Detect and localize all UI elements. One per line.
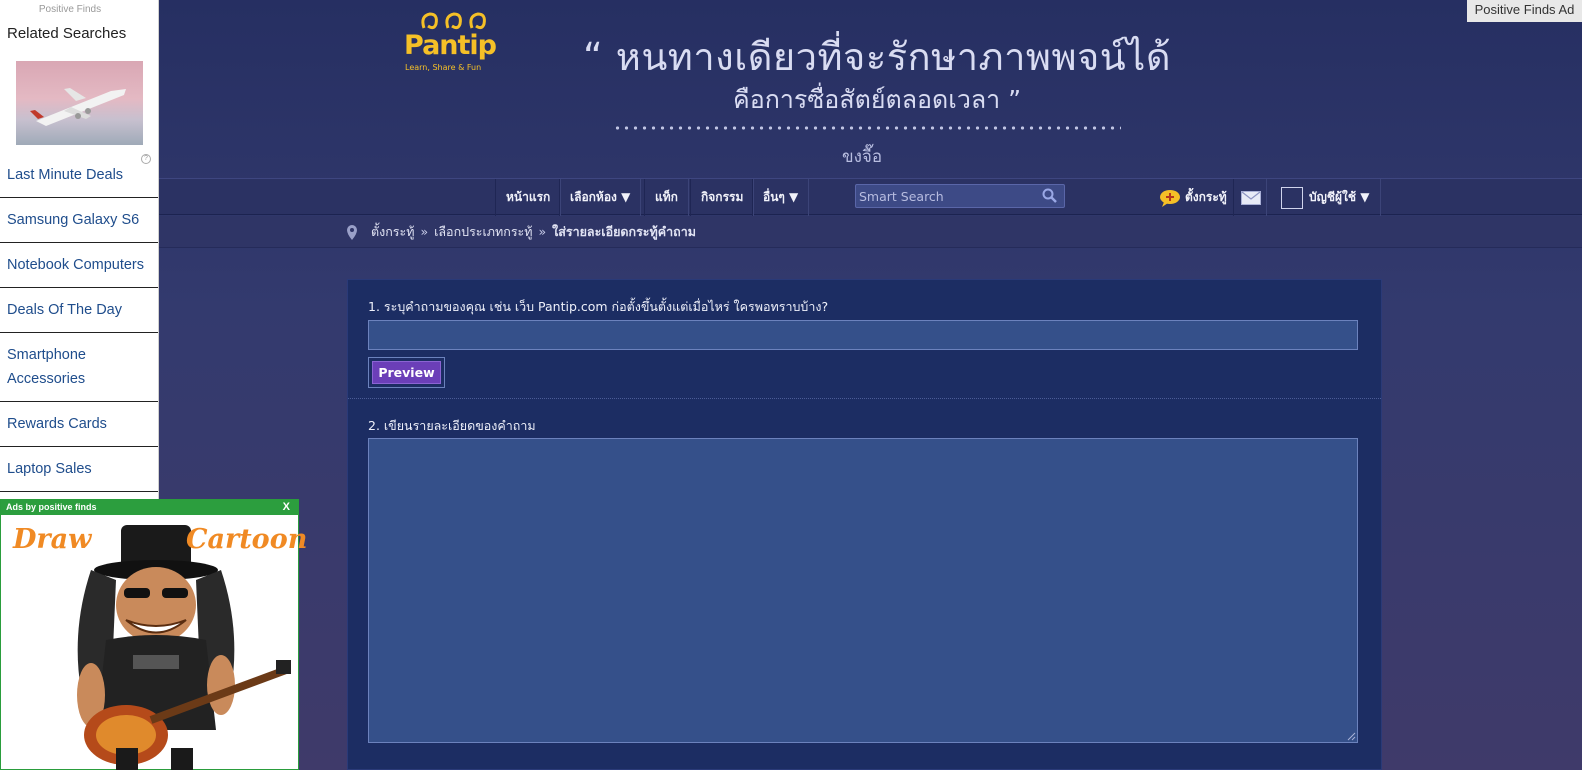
breadcrumb-separator: » [538, 224, 547, 239]
question-title-label: 1. ระบุคำถามของคุณ เช่น เว็บ Pantip.com … [368, 299, 829, 314]
related-link[interactable]: Samsung Galaxy S6 [0, 198, 158, 243]
dotted-divider [613, 126, 1121, 130]
envelope-icon [1241, 191, 1261, 205]
related-link[interactable]: Smartphone Accessories [0, 333, 158, 402]
positive-finds-ad-tag[interactable]: Positive Finds Ad [1467, 0, 1582, 22]
breadcrumb-current: ใส่รายละเอียดกระทู้คำถาม [552, 224, 696, 239]
positive-finds-label: Positive Finds [38, 4, 102, 15]
account-label: บัญชีผู้ใช้ ▼ [1309, 190, 1370, 204]
nav-home[interactable]: หน้าแรก [495, 179, 562, 216]
create-post-button[interactable]: ตั้งกระทู้ [1151, 179, 1227, 216]
related-link[interactable]: Laptop Sales [0, 447, 158, 492]
question-detail-textarea[interactable] [368, 438, 1358, 743]
related-link[interactable]: Deals Of The Day [0, 288, 158, 333]
ad-bar-label: Ads by positive finds [6, 502, 97, 512]
section-divider [348, 398, 1381, 399]
logo-wordmark: Pantip [404, 30, 497, 61]
magnifier-icon[interactable] [1042, 188, 1058, 204]
pantip-logo[interactable]: Pantip Learn, Share & Fun [404, 8, 514, 72]
account-menu[interactable]: บัญชีผู้ใช้ ▼ [1269, 179, 1381, 216]
quote-line-1: “ หนทางเดียวที่จะรักษาภาพพจน์ได้ [583, 35, 1172, 79]
question-title-input[interactable] [368, 320, 1358, 350]
speech-bubble-plus-icon [1160, 189, 1180, 207]
related-searches-heading: Related Searches [7, 25, 127, 42]
related-link[interactable]: Notebook Computers [0, 243, 158, 288]
cartoon-ad-box[interactable]: Ads by positive finds X Draw Cartoon [0, 499, 307, 770]
smart-search-input[interactable] [856, 185, 1036, 207]
preview-button[interactable]: Preview [372, 361, 441, 384]
avatar [1281, 187, 1303, 209]
breadcrumb-bar: ตั้งกระทู้ » เลือกประเภทกระทู้ » ใส่รายละเอี… [159, 216, 1582, 248]
quote-line-2: คือการซื่อสัตย์ตลอดเวลา ” [733, 85, 1022, 114]
logo-tagline: Learn, Share & Fun [405, 63, 482, 72]
ad-header-bar: Ads by positive finds X [1, 500, 298, 515]
related-links-list: Last Minute Deals Samsung Galaxy S6 Note… [0, 153, 158, 492]
resize-grip-icon[interactable] [1346, 731, 1356, 741]
caricature-image [77, 525, 291, 770]
ad-caption-cartoon: Cartoon [186, 524, 308, 555]
create-post-label: ตั้งกระทู้ [1185, 190, 1227, 204]
nav-activities[interactable]: กิจกรรม [690, 179, 755, 216]
nav-tags[interactable]: แท็ก [644, 179, 689, 216]
preview-button-frame: Preview [368, 357, 445, 388]
nav-choose-room[interactable]: เลือกห้อง ▼ [559, 179, 642, 216]
quote-author: ขงจื๊อ [842, 147, 883, 167]
main-navbar: หน้าแรก เลือกห้อง ▼ แท็ก กิจกรรม อื่นๆ ▼… [159, 178, 1582, 216]
breadcrumb: ตั้งกระทู้ » เลือกประเภทกระทู้ » ใส่รายละเอี… [347, 216, 696, 248]
close-ad-button[interactable]: X [283, 500, 290, 515]
airplane-image [30, 88, 126, 126]
messages-button[interactable] [1233, 179, 1267, 216]
nav-more[interactable]: อื่นๆ ▼ [752, 179, 810, 216]
question-detail-label: 2. เขียนรายละเอียดของคำถาม [368, 418, 536, 433]
smart-search-box [855, 184, 1065, 208]
breadcrumb-item[interactable]: ตั้งกระทู้ [371, 224, 414, 239]
related-link[interactable]: Last Minute Deals [0, 153, 158, 198]
ad-caption-draw: Draw [13, 524, 92, 555]
location-pin-icon [347, 225, 357, 240]
breadcrumb-item[interactable]: เลือกประเภทกระทู้ [434, 224, 532, 239]
breadcrumb-separator: » [420, 224, 429, 239]
related-link[interactable]: Rewards Cards [0, 402, 158, 447]
new-question-form: 1. ระบุคำถามของคุณ เช่น เว็บ Pantip.com … [347, 279, 1382, 770]
related-searches-sidebar: Positive Finds Related Searches ? Last M… [0, 0, 159, 500]
airplane-thumbnail[interactable] [16, 61, 143, 145]
